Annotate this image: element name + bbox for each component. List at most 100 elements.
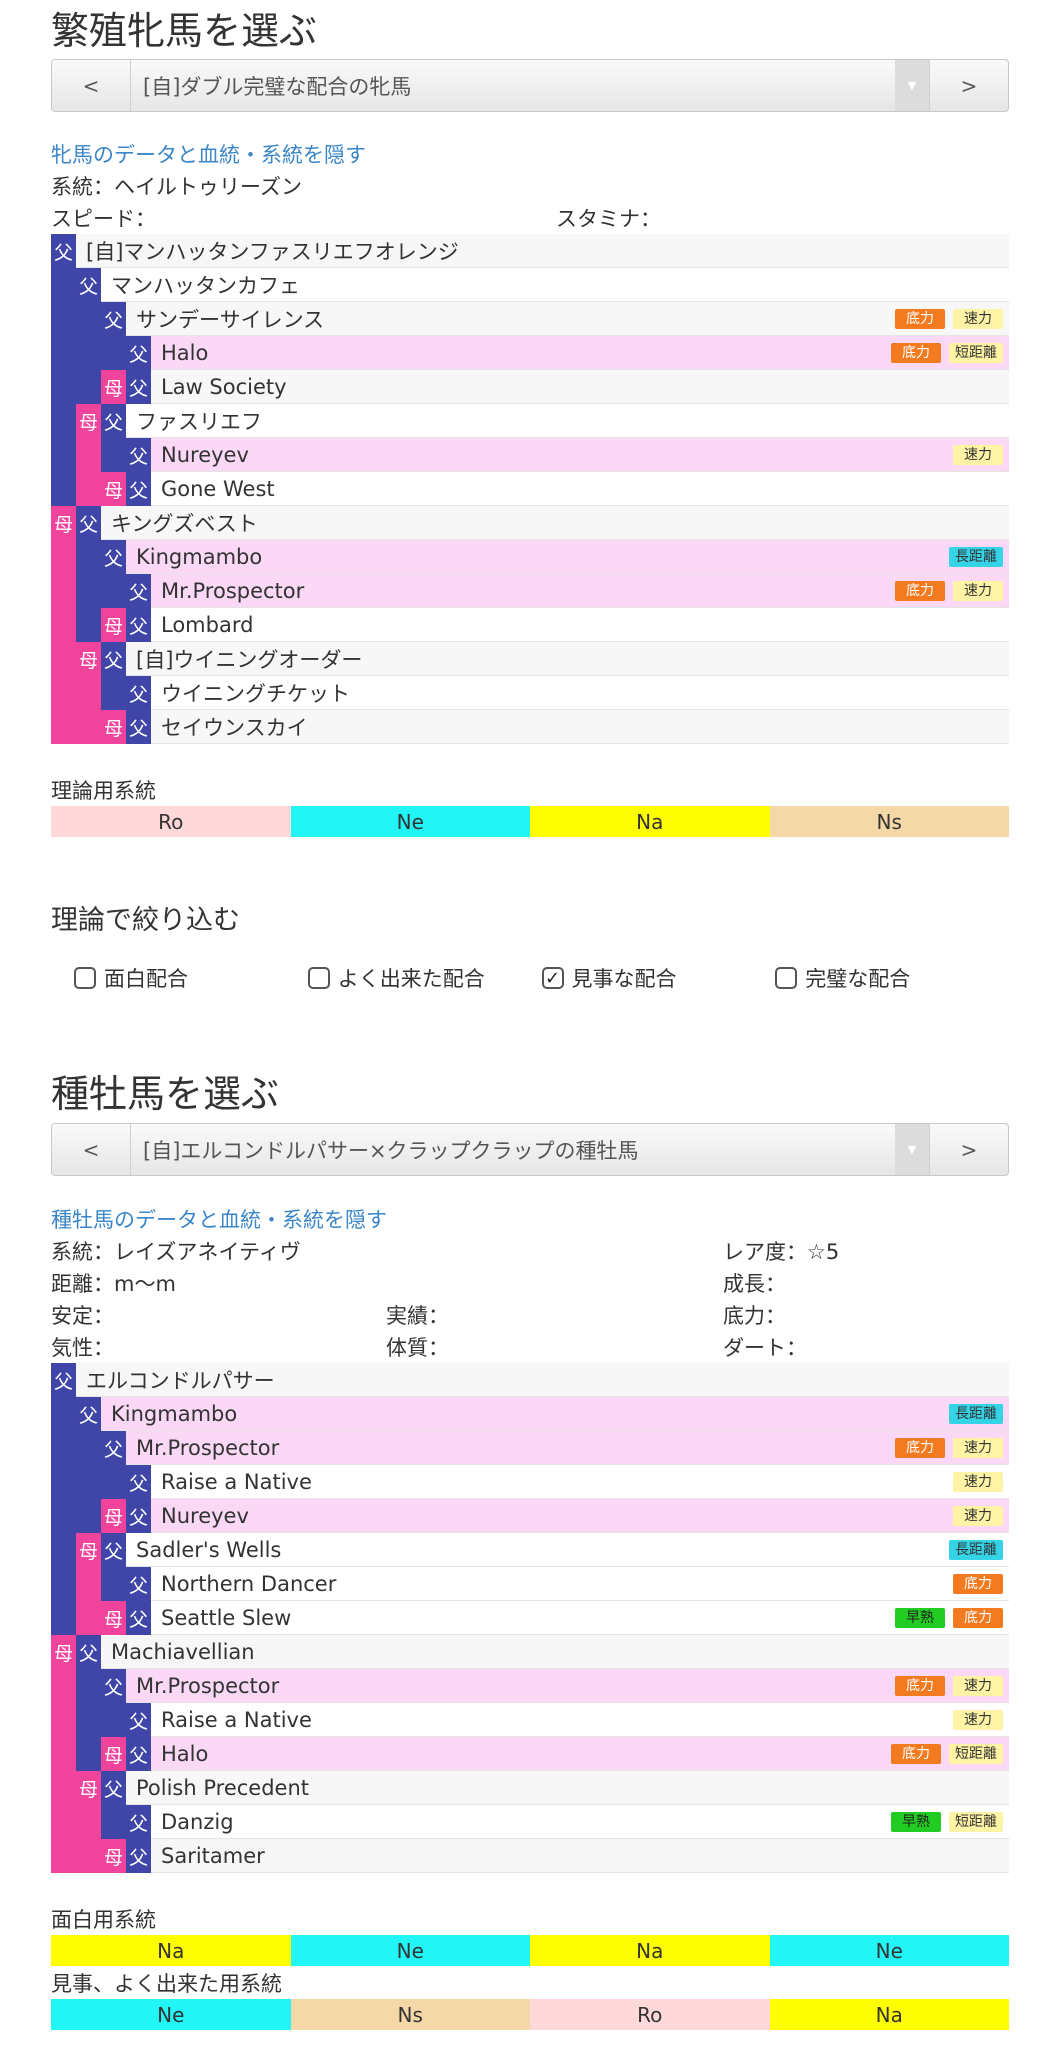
stallion-select-value: [自]エルコンドルパサー×クラップクラップの種牡馬 [143, 1138, 639, 1163]
sire-marker: 父 [101, 1669, 126, 1703]
stallion-next-button[interactable]: > [930, 1124, 1008, 1175]
sire-marker: 父 [126, 438, 151, 472]
trait-tags: 長距離 [949, 547, 1003, 567]
dam-marker: 母 [101, 1737, 126, 1771]
filter-option[interactable]: よく出来た配合 [307, 963, 542, 993]
lineage-segment: Ns [769, 806, 1009, 837]
trait-badge: 短距離 [949, 1744, 1003, 1764]
sire-marker: 父 [126, 370, 151, 404]
pedigree-row: 母父 Seattle Slew 早熟 底力 [51, 1601, 1009, 1635]
stallion-select[interactable]: [自]エルコンドルパサー×クラップクラップの種牡馬 ▼ [130, 1124, 930, 1175]
stallion-prev-button[interactable]: < [52, 1124, 130, 1175]
stallion-record: 実績： [386, 1304, 449, 1328]
sire-marker: 父 [101, 1771, 126, 1805]
trait-tags: 底力 速力 [895, 581, 1003, 601]
horse-name-cell: Halo 底力 短距離 [151, 336, 1009, 369]
pedigree-row: 母父 [自]ウイニングオーダー [51, 642, 1009, 676]
mare-section-title: 繁殖牝馬を選ぶ [51, 9, 318, 53]
horse-name-cell: [自]ウイニングオーダー [126, 642, 1009, 675]
trait-badge: 底力 [953, 1608, 1003, 1628]
horse-name: Danzig [161, 1809, 234, 1834]
horse-name: Machiavellian [111, 1639, 255, 1664]
stallion-temper: 気性： [51, 1336, 114, 1360]
checkbox-checked[interactable]: ✓ [541, 967, 564, 989]
lineage-bar [51, 1499, 76, 1533]
stallion-hide-link[interactable]: 種牡馬のデータと血統・系統を隠す [51, 1204, 387, 1234]
lineage-bar [51, 540, 76, 574]
horse-name: Mr.Prospector [136, 1673, 280, 1698]
trait-badge: 速力 [953, 1472, 1003, 1492]
horse-name-cell: Gone West [151, 472, 1009, 505]
filter-option[interactable]: 完璧な配合 [775, 963, 1009, 993]
trait-badge: 速力 [953, 581, 1003, 601]
lineage-segment: Ro [51, 806, 291, 837]
trait-badge: 早熟 [895, 1608, 945, 1628]
stallion-lineage: 系統：レイズアネイティヴ [51, 1240, 301, 1264]
pedigree-row: 父エルコンドルパサー [51, 1363, 1009, 1397]
sire-marker: 父 [126, 1465, 151, 1499]
filter-option-label: 完璧な配合 [805, 967, 911, 991]
horse-name-cell: Kingmambo 長距離 [126, 540, 1009, 573]
mare-stamina: スタミナ： [556, 207, 661, 231]
lineage-bar [101, 574, 126, 608]
horse-name: Halo [161, 340, 209, 365]
checkbox[interactable] [775, 967, 798, 989]
trait-tags: 底力 短距離 [891, 343, 1003, 363]
mare-next-button[interactable]: > [930, 60, 1008, 111]
mare-prev-button[interactable]: < [52, 60, 130, 111]
trait-tags: 底力 速力 [895, 309, 1003, 329]
dam-marker: 母 [101, 1601, 126, 1635]
lineage-bar [76, 472, 101, 506]
horse-name-cell: Mr.Prospector 底力 速力 [126, 1431, 1009, 1464]
trait-tags: 長距離 [949, 1540, 1003, 1560]
trait-badge: 長距離 [949, 1404, 1003, 1424]
mare-selector: < [自]ダブル完璧な配合の牝馬 ▼ > [51, 59, 1009, 112]
horse-name-cell: ファスリエフ [126, 404, 1009, 437]
horse-name-cell: Nureyev 速力 [151, 1499, 1009, 1532]
sire-marker: 父 [101, 1533, 126, 1567]
lineage-bar [101, 1805, 126, 1839]
lineage-bar [51, 1601, 76, 1635]
sire-marker: 父 [126, 1805, 151, 1839]
stallion-dirt: ダート： [723, 1336, 807, 1360]
pedigree-row: 父 Mr.Prospector 底力 速力 [51, 574, 1009, 608]
checkbox[interactable] [74, 967, 96, 989]
lineage-bar [51, 1805, 76, 1839]
pedigree-row: 父 Kingmambo 長距離 [51, 1397, 1009, 1431]
lineage-bar [51, 1703, 76, 1737]
mare-select[interactable]: [自]ダブル完璧な配合の牝馬 ▼ [130, 60, 930, 111]
pedigree-row: 父 Mr.Prospector 底力 速力 [51, 1669, 1009, 1703]
dam-marker: 母 [76, 1771, 101, 1805]
mare-theory-bar: Ro Ne Na Ns [51, 806, 1009, 837]
lineage-segment: Ne [51, 1999, 291, 2030]
horse-name-cell: セイウンスカイ [151, 710, 1009, 743]
trait-tags: 長距離 [949, 1404, 1003, 1424]
dam-marker: 母 [101, 370, 126, 404]
trait-badge: 底力 [895, 309, 945, 329]
checkbox[interactable] [307, 967, 330, 989]
pedigree-row: 父 Northern Dancer 底力 [51, 1567, 1009, 1601]
lineage-bar [76, 574, 101, 608]
lineage-bar [76, 676, 101, 710]
filter-option-label: よく出来た配合 [337, 967, 485, 991]
horse-name: セイウンスカイ [161, 715, 308, 740]
lineage-segment: Ne [769, 1935, 1009, 1966]
filter-option[interactable]: 面白配合 [74, 963, 308, 993]
sire-marker: 父 [76, 506, 101, 540]
lineage-bar [76, 1669, 101, 1703]
pedigree-row: 母父 Machiavellian [51, 1635, 1009, 1669]
lineage-bar [51, 268, 76, 302]
chevron-down-icon: ▼ [895, 1124, 929, 1175]
filter-option[interactable]: ✓ 見事な配合 [541, 963, 776, 993]
pedigree-row: 父 Mr.Prospector 底力 速力 [51, 1431, 1009, 1465]
lineage-bar [101, 1465, 126, 1499]
sire-marker: 父 [126, 1839, 151, 1873]
stallion-power: 底力： [723, 1304, 786, 1328]
mare-hide-link[interactable]: 牝馬のデータと血統・系統を隠す [51, 139, 366, 169]
horse-name: Polish Precedent [136, 1775, 310, 1800]
pedigree-row: 父 Nureyev 速力 [51, 438, 1009, 472]
pedigree-row: 父 Halo 底力 短距離 [51, 336, 1009, 370]
stallion-section-title: 種牡馬を選ぶ [51, 1072, 280, 1116]
horse-name-cell: Law Society [151, 370, 1009, 403]
lineage-bar [76, 1431, 101, 1465]
